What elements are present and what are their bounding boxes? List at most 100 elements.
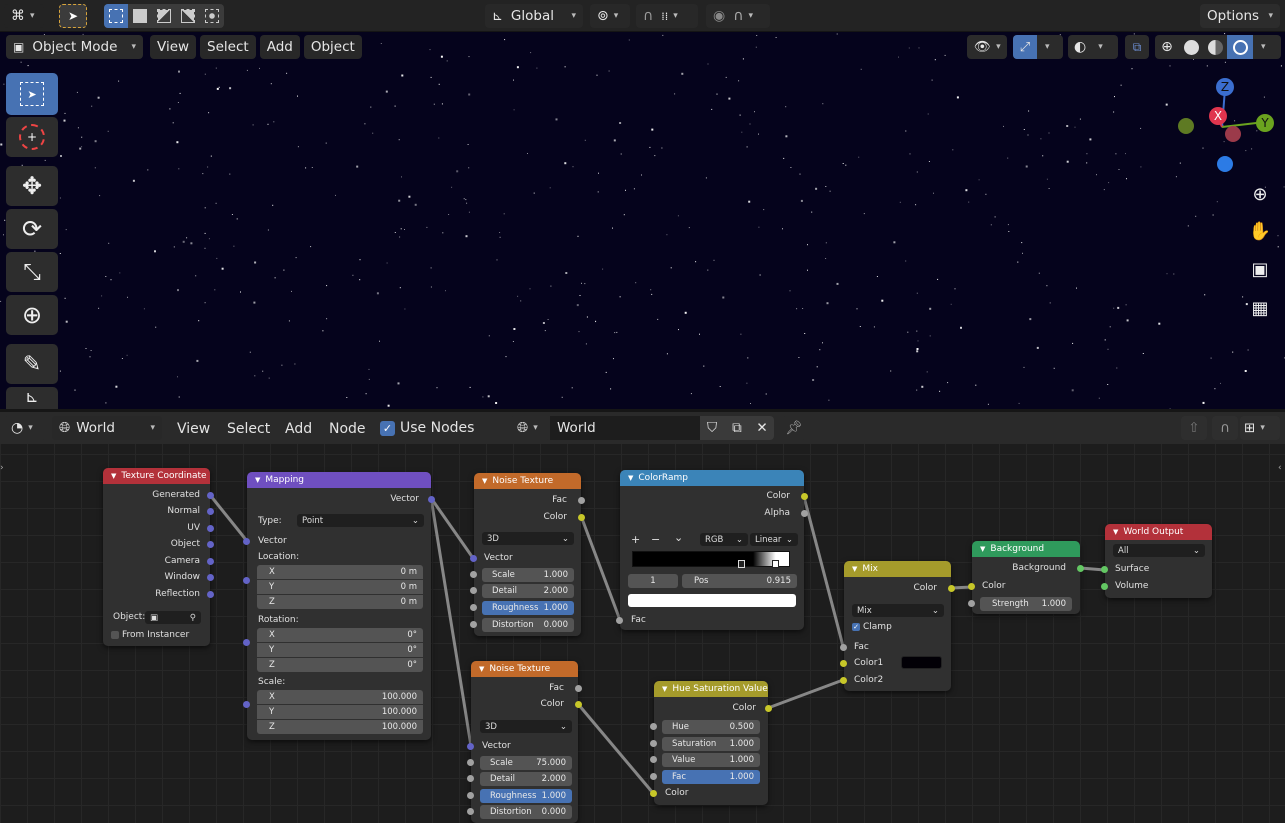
rotation-x-field[interactable]: X 0° bbox=[257, 628, 423, 642]
collapse-arrow-icon[interactable]: ▼ bbox=[852, 565, 857, 573]
distortion-field[interactable]: Distortion 0.000 bbox=[480, 805, 572, 819]
socket-volume-in[interactable] bbox=[1101, 583, 1108, 590]
node-editor-type-button[interactable]: ◔ ▾ bbox=[4, 416, 46, 440]
location-x-field[interactable]: X 0 m bbox=[257, 565, 423, 579]
mode-dropdown[interactable]: ▣ Object Mode ▾ bbox=[6, 35, 143, 59]
mix-node[interactable]: ▼ Mix Color Mix ⌄ ✓ Clamp Fac Color1 Color2 bbox=[840, 561, 955, 691]
ramp-menu-button[interactable]: ⌄ bbox=[674, 531, 683, 544]
blend-mode-dropdown[interactable]: Mix ⌄ bbox=[852, 604, 944, 617]
color-stop-marker-active[interactable] bbox=[772, 560, 779, 568]
gizmo-icon[interactable]: ⤢ bbox=[1013, 35, 1037, 59]
node-header[interactable]: ▼ Noise Texture bbox=[471, 661, 578, 677]
measure-tool[interactable]: ⊾ bbox=[6, 387, 58, 409]
snap-increment-icon[interactable]: ⁞⁞ bbox=[661, 10, 668, 23]
checkbox-checked-icon[interactable]: ✓ bbox=[380, 420, 395, 436]
noise-texture-node-1[interactable]: ▼ Noise Texture Fac Color 3D ⌄ Vector Scal… bbox=[470, 473, 585, 636]
node-header[interactable]: ▼ Noise Texture bbox=[474, 473, 581, 489]
socket-vector-in[interactable] bbox=[243, 538, 250, 545]
transform-tool[interactable]: ⊕ bbox=[6, 295, 58, 335]
socket-color-out[interactable] bbox=[801, 493, 808, 500]
scale-field[interactable]: Scale 75.000 bbox=[480, 756, 572, 770]
dimensions-dropdown[interactable]: 3D ⌄ bbox=[482, 532, 574, 545]
node-header[interactable]: ▼ Hue Saturation Value bbox=[654, 681, 768, 697]
scale-z-field[interactable]: Z 100.000 bbox=[257, 720, 423, 734]
select-box-tool[interactable]: ➤ bbox=[6, 73, 58, 115]
world-output-node[interactable]: ▼ World Output All ⌄ Surface Volume bbox=[1101, 524, 1212, 598]
socket-color-out[interactable] bbox=[948, 585, 955, 592]
select-new-icon[interactable] bbox=[104, 4, 128, 28]
clamp-checkbox[interactable]: ✓ Clamp bbox=[852, 622, 892, 632]
duplicate-world-button[interactable]: ⧉ bbox=[724, 416, 750, 440]
output-target-dropdown[interactable]: All ⌄ bbox=[1113, 544, 1205, 557]
checkbox-checked-icon[interactable]: ✓ bbox=[852, 623, 860, 631]
detail-field[interactable]: Detail 2.000 bbox=[480, 772, 572, 786]
gizmo-toggle-group[interactable]: ⤢ ▾ bbox=[1013, 35, 1063, 59]
sidebar-toggle-right-icon[interactable]: ‹ bbox=[1278, 463, 1282, 473]
solid-shading-icon[interactable] bbox=[1179, 35, 1203, 59]
perspective-toggle-button[interactable]: ▦ bbox=[1243, 291, 1277, 325]
color-mode-dropdown[interactable]: RGB ⌄ bbox=[700, 533, 748, 546]
cursor-tool[interactable]: + bbox=[6, 117, 58, 157]
socket-generated[interactable] bbox=[207, 492, 214, 499]
colorramp-node[interactable]: ▼ ColorRamp Color Alpha + − ⌄ RGB ⌄ Linear… bbox=[616, 470, 808, 630]
viewport-menu-add[interactable]: Add bbox=[259, 35, 300, 59]
scale-y-field[interactable]: Y 100.000 bbox=[257, 705, 423, 719]
options-dropdown[interactable]: Options ▾ bbox=[1200, 4, 1280, 28]
scale-x-field[interactable]: X 100.000 bbox=[257, 690, 423, 704]
material-shading-icon[interactable] bbox=[1203, 35, 1227, 59]
socket-color-in[interactable] bbox=[650, 790, 657, 797]
mapping-node[interactable]: ▼ Mapping Vector Type: Point ⌄ Vector Loca… bbox=[243, 472, 435, 740]
node-header[interactable]: ▼ Mapping bbox=[247, 472, 431, 488]
rotation-y-field[interactable]: Y 0° bbox=[257, 643, 423, 657]
pin-button[interactable]: 📌︎ bbox=[782, 416, 806, 440]
rendered-shading-icon[interactable] bbox=[1227, 35, 1253, 59]
noise-texture-node-2[interactable]: ▼ Noise Texture Fac Color 3D ⌄ Vector Scal… bbox=[467, 661, 582, 823]
viewport-3d[interactable] bbox=[0, 32, 1285, 409]
collapse-arrow-icon[interactable]: ▼ bbox=[255, 476, 260, 484]
move-tool[interactable]: ✥ bbox=[6, 166, 58, 206]
eyedropper-icon[interactable]: ⚲ bbox=[190, 613, 196, 623]
location-z-field[interactable]: Z 0 m bbox=[257, 595, 423, 609]
socket-fac-in[interactable] bbox=[840, 644, 847, 651]
rotate-tool[interactable]: ⟳ bbox=[6, 209, 58, 249]
socket-uv[interactable] bbox=[207, 525, 214, 532]
socket-fac-out[interactable] bbox=[575, 685, 582, 692]
node-snap-button[interactable]: ∩ bbox=[1212, 416, 1238, 440]
transform-orientation-dropdown[interactable]: ⊾ Global ▾ bbox=[485, 4, 583, 28]
unlink-world-button[interactable]: ✕ bbox=[750, 416, 774, 440]
overlays-icon[interactable]: ◐ bbox=[1074, 39, 1086, 55]
socket-background-out[interactable] bbox=[1077, 565, 1084, 572]
pivot-point-dropdown[interactable]: ⊚ ▾ bbox=[590, 4, 630, 28]
socket-roughness-in[interactable] bbox=[467, 792, 474, 799]
object-picker[interactable]: ▣ ⚲ bbox=[145, 611, 201, 624]
mapping-type-dropdown[interactable]: Point ⌄ bbox=[297, 514, 424, 527]
socket-surface-in[interactable] bbox=[1101, 566, 1108, 573]
distortion-field[interactable]: Distortion 0.000 bbox=[482, 618, 574, 632]
zoom-button[interactable]: ⊕ bbox=[1243, 177, 1277, 211]
location-y-field[interactable]: Y 0 m bbox=[257, 580, 423, 594]
strength-field[interactable]: Strength 1.000 bbox=[980, 597, 1072, 611]
select-tool-button[interactable]: ➤ bbox=[59, 4, 87, 28]
interpolation-dropdown[interactable]: Linear ⌄ bbox=[750, 533, 798, 546]
viewport-menu-view[interactable]: View bbox=[150, 35, 197, 59]
collapse-arrow-icon[interactable]: ▼ bbox=[111, 472, 116, 480]
world-browse-dropdown[interactable]: 🌐︎ ▾ bbox=[510, 416, 550, 440]
background-node[interactable]: ▼ Background Background Color Strength 1.0… bbox=[968, 541, 1084, 614]
node-header[interactable]: ▼ Background bbox=[972, 541, 1080, 557]
value-field[interactable]: Value 1.000 bbox=[662, 753, 760, 767]
socket-hue-in[interactable] bbox=[650, 723, 657, 730]
socket-object[interactable] bbox=[207, 541, 214, 548]
stop-color-swatch[interactable] bbox=[628, 594, 796, 607]
node-menu-view[interactable]: View bbox=[170, 418, 217, 440]
scale-tool[interactable]: ⤡ bbox=[6, 252, 58, 292]
socket-color-in[interactable] bbox=[968, 583, 975, 590]
falloff-curve-icon[interactable]: ∩ bbox=[733, 8, 743, 24]
viewport-menu-object[interactable]: Object bbox=[303, 35, 362, 59]
select-subtract-icon[interactable] bbox=[152, 4, 176, 28]
collapse-arrow-icon[interactable]: ▼ bbox=[479, 665, 484, 673]
proportional-edit-group[interactable]: ◉ ∩ ▾ bbox=[706, 4, 770, 28]
snap-group[interactable]: ∩ ⁞⁞ ▾ bbox=[636, 4, 698, 28]
socket-value-in[interactable] bbox=[650, 756, 657, 763]
roughness-field[interactable]: Roughness 1.000 bbox=[480, 789, 572, 803]
detail-field[interactable]: Detail 2.000 bbox=[482, 584, 574, 598]
